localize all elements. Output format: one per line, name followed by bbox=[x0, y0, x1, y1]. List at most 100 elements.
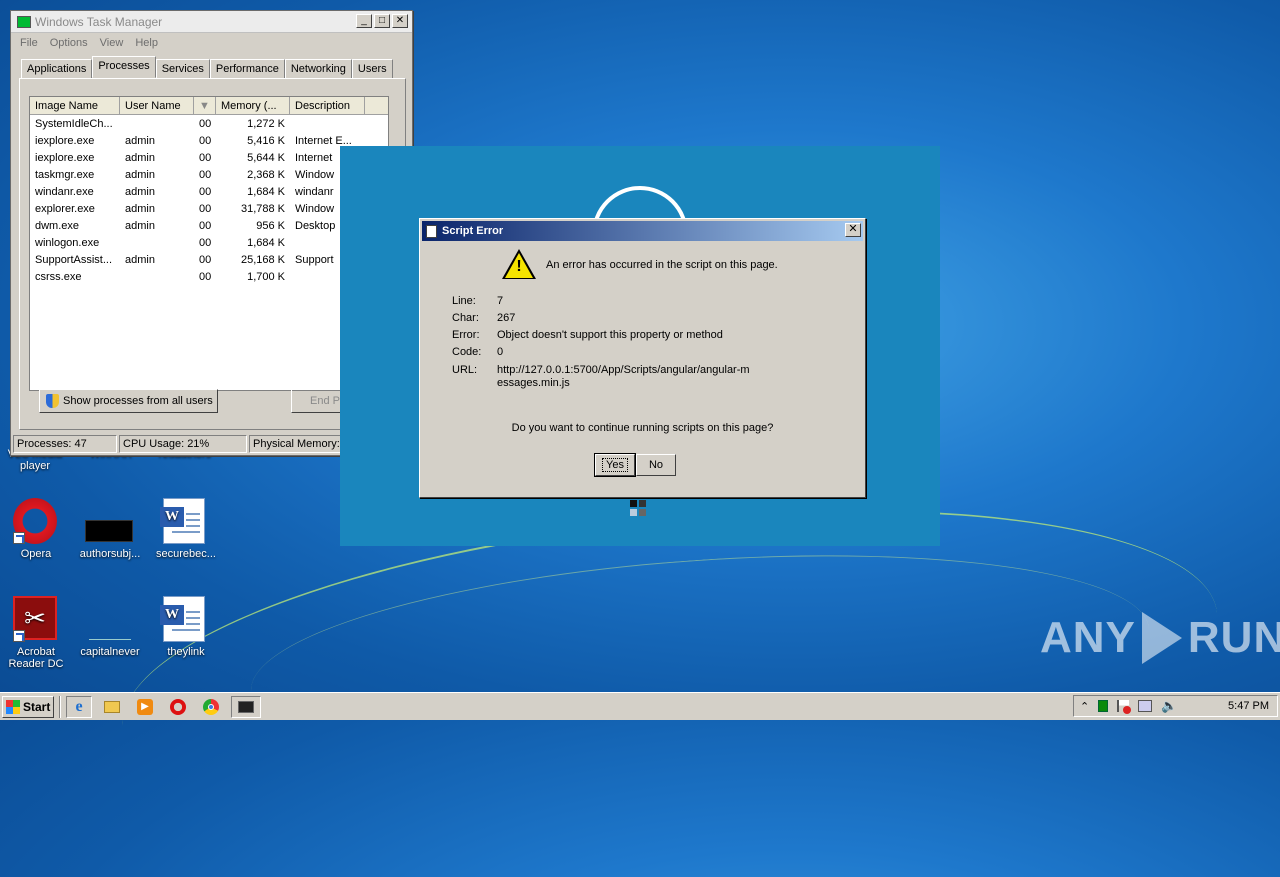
line-label: Line: bbox=[452, 295, 476, 307]
media-player-icon[interactable]: ▶ bbox=[132, 696, 158, 718]
tab-applications[interactable]: Applications bbox=[21, 59, 93, 78]
internet-explorer-icon[interactable]: e bbox=[66, 695, 92, 718]
tray-expand-icon[interactable]: ⌃ bbox=[1080, 700, 1089, 713]
status-cpu: CPU Usage: 21% bbox=[119, 435, 247, 453]
cell-memory: 25,168 K bbox=[240, 253, 285, 266]
table-row[interactable]: iexplore.exe admin 00 5,416 K Internet E... bbox=[30, 132, 388, 149]
char-label: Char: bbox=[452, 312, 479, 324]
process-rows: SystemIdleCh... 00 1,272 K iexplore.exe admi… bbox=[30, 115, 388, 285]
code-label: Code: bbox=[452, 346, 482, 358]
clock[interactable]: 5:47 PM bbox=[1228, 700, 1269, 712]
task-manager-icon bbox=[17, 15, 31, 28]
yes-label: Yes bbox=[602, 458, 628, 472]
table-row[interactable]: SupportAssist... admin 00 25,168 K Support bbox=[30, 251, 388, 268]
cell-user-name: admin bbox=[125, 168, 155, 181]
column-user-name[interactable]: User Name bbox=[120, 97, 194, 114]
show-all-processes-button[interactable]: Show processes from all users bbox=[39, 389, 218, 413]
char-value: 267 bbox=[497, 312, 516, 324]
dialog-close-button[interactable]: ✕ bbox=[845, 223, 861, 237]
menu-options[interactable]: Options bbox=[50, 37, 88, 49]
line-value: 7 bbox=[497, 295, 504, 307]
dialog-title-bar[interactable]: Script Error bbox=[422, 221, 863, 241]
opera-taskbar-icon[interactable] bbox=[165, 696, 191, 718]
cell-memory: 1,684 K bbox=[247, 236, 285, 249]
tab-strip: Applications Processes Services Performa… bbox=[21, 56, 393, 78]
start-label: Start bbox=[23, 699, 51, 714]
cell-cpu: 00 bbox=[199, 202, 212, 215]
cell-image-name: iexplore.exe bbox=[35, 134, 95, 147]
show-all-label: Show processes from all users bbox=[63, 395, 213, 407]
table-row[interactable]: csrss.exe 00 1,700 K bbox=[30, 268, 388, 285]
tray-status-icon[interactable] bbox=[1098, 700, 1109, 712]
table-row[interactable]: taskmgr.exe admin 00 2,368 K Window bbox=[30, 166, 388, 183]
table-row[interactable]: iexplore.exe admin 00 5,644 K Internet bbox=[30, 149, 388, 166]
cell-image-name: csrss.exe bbox=[35, 270, 82, 283]
desktop-icon-capitalnever[interactable]: capitalnever bbox=[75, 596, 145, 658]
column-memory[interactable]: Memory (... bbox=[216, 97, 290, 114]
cell-user-name: admin bbox=[125, 134, 155, 147]
network-icon[interactable] bbox=[1138, 700, 1153, 712]
wallpaper-swoosh-secondary bbox=[244, 528, 1156, 792]
start-button[interactable]: Start bbox=[2, 695, 54, 718]
cell-memory: 1,272 K bbox=[247, 117, 285, 130]
opera-icon bbox=[13, 498, 59, 544]
desktop-icon-securebec[interactable]: W securebec... bbox=[151, 498, 221, 560]
task-manager-taskbar-button[interactable] bbox=[231, 695, 261, 718]
volume-icon[interactable]: 🔈 bbox=[1161, 698, 1177, 714]
minimize-button[interactable]: _ bbox=[356, 14, 372, 28]
tab-processes[interactable]: Processes bbox=[92, 56, 156, 78]
cell-description: Internet E... bbox=[295, 134, 352, 147]
cell-image-name: taskmgr.exe bbox=[35, 168, 95, 181]
tab-services[interactable]: Services bbox=[155, 59, 210, 78]
chrome-icon[interactable] bbox=[198, 696, 224, 718]
cell-memory: 5,644 K bbox=[247, 151, 285, 164]
menu-view[interactable]: View bbox=[100, 37, 124, 49]
column-description[interactable]: Description bbox=[290, 97, 365, 114]
anyrun-watermark: ANY RUN bbox=[1040, 612, 1280, 664]
table-row[interactable]: windanr.exe admin 00 1,684 Kwindanr bbox=[30, 183, 388, 200]
cell-image-name: windanr.exe bbox=[35, 185, 94, 198]
tab-performance[interactable]: Performance bbox=[209, 59, 285, 78]
menu-file[interactable]: File bbox=[20, 37, 38, 49]
desktop-icon-label: Opera bbox=[20, 548, 52, 560]
watermark-right: RUN bbox=[1187, 613, 1280, 662]
desktop-icon-label: securebec... bbox=[156, 548, 216, 560]
cell-memory: 5,416 K bbox=[247, 134, 285, 147]
table-row[interactable]: dwm.exe admin 00 956 K Desktop bbox=[30, 217, 388, 234]
code-row: Code: 0 bbox=[452, 346, 757, 358]
tab-networking[interactable]: Networking bbox=[284, 59, 352, 78]
close-button[interactable]: ✕ bbox=[392, 14, 408, 28]
table-row[interactable]: SystemIdleCh... 00 1,272 K bbox=[30, 115, 388, 132]
url-value: http://127.0.0.1:5700/App/Scripts/angula… bbox=[497, 364, 750, 389]
tab-users[interactable]: Users bbox=[351, 59, 393, 78]
desktop-icon-label: authorsubj... bbox=[79, 548, 141, 560]
maximize-button[interactable]: □ bbox=[374, 14, 390, 28]
black-file-icon bbox=[85, 498, 133, 544]
continue-question: Do you want to continue running scripts … bbox=[511, 422, 774, 434]
folder-icon[interactable] bbox=[99, 696, 125, 718]
table-row[interactable]: winlogon.exe 00 1,684 K bbox=[30, 234, 388, 251]
cell-user-name: admin bbox=[125, 185, 155, 198]
desktop-icon-label: capitalnever bbox=[80, 646, 140, 658]
action-center-flag-icon[interactable] bbox=[1117, 700, 1132, 714]
cell-memory: 1,700 K bbox=[247, 270, 285, 283]
system-tray: ⌃ 🔈 5:47 PM bbox=[1073, 695, 1278, 717]
desktop-icon-opera[interactable]: Opera bbox=[1, 498, 71, 560]
title-bar[interactable]: Windows Task Manager _ □ ✕ bbox=[11, 11, 412, 33]
desktop-icon-theylink[interactable]: W theylink bbox=[151, 596, 221, 658]
yes-button[interactable]: Yes bbox=[594, 453, 636, 477]
column-cpu[interactable]: ▼ bbox=[194, 97, 216, 114]
watermark-left: ANY bbox=[1040, 613, 1136, 662]
taskbar: Start e ▶ ⌃ 🔈 5:47 PM bbox=[0, 692, 1280, 720]
no-button[interactable]: No bbox=[636, 454, 676, 476]
process-list[interactable]: Image Name User Name ▼ Memory (... Descr… bbox=[29, 96, 389, 391]
desktop-icon-authorsubj[interactable]: authorsubj... bbox=[75, 498, 145, 560]
table-row[interactable]: explorer.exe admin 00 31,788 K Window bbox=[30, 200, 388, 217]
loading-squares-icon bbox=[630, 500, 650, 518]
script-error-dialog[interactable]: Script Error ✕ ! An error has occurred i… bbox=[419, 218, 866, 498]
desktop-icon-acrobat[interactable]: ✂ Acrobat Reader DC bbox=[1, 596, 71, 670]
warning-icon: ! bbox=[502, 249, 536, 281]
menu-help[interactable]: Help bbox=[135, 37, 158, 49]
line-row: Line: 7 bbox=[452, 295, 757, 307]
column-image-name[interactable]: Image Name bbox=[30, 97, 120, 114]
